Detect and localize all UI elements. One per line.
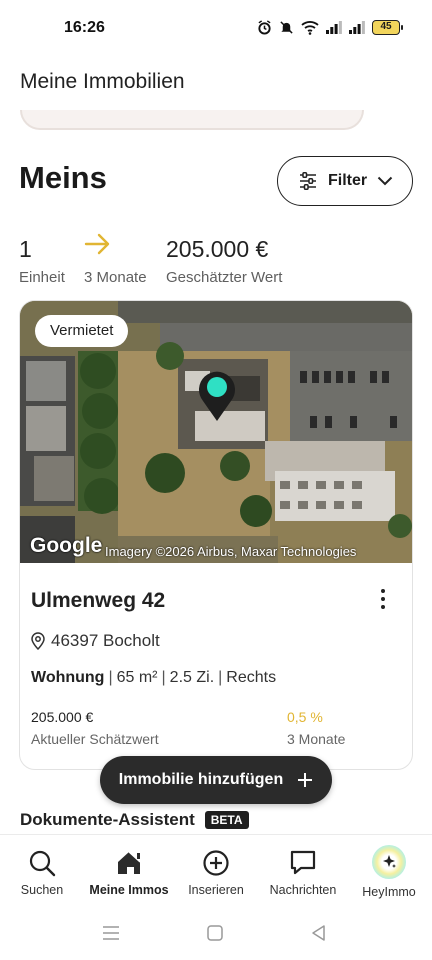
estimated-value: 205.000 € (166, 236, 269, 262)
home-button-icon[interactable] (206, 924, 224, 942)
bottom-navigation: Suchen Meine Immos Inserieren Nachrichte… (0, 834, 432, 910)
chevron-down-icon (377, 176, 393, 186)
status-bar: 16:26 45 (0, 0, 432, 56)
stat-units: 1 Einheit (19, 236, 65, 286)
filter-label: Filter (328, 172, 368, 189)
nav-label: Suchen (20, 883, 64, 897)
current-value-label: Aktueller Schätzwert (31, 731, 159, 747)
menu-icon[interactable] (102, 924, 120, 942)
battery-icon: 45 (372, 20, 403, 35)
property-rooms: 2.5 Zi. (169, 669, 215, 686)
arrow-right-icon (84, 233, 110, 255)
units-label: Einheit (19, 269, 65, 286)
assistant-title: Dokumente-Assistent (20, 810, 195, 829)
property-street: Ulmenweg 42 (31, 589, 166, 612)
plus-circle-icon (203, 850, 229, 876)
back-icon[interactable] (310, 924, 328, 942)
status-icons: 45 (257, 20, 403, 35)
mute-icon (280, 21, 293, 34)
property-details: Wohnung | 65 m² | 2.5 Zi. | Rechts (31, 669, 276, 687)
add-property-button[interactable]: Immobilie hinzufügen (100, 756, 332, 804)
chat-icon (290, 850, 316, 875)
signal-icon (349, 21, 365, 34)
status-time: 16:26 (64, 19, 105, 36)
stat-trend: 3 Monate (84, 232, 147, 286)
separator: | (161, 669, 166, 686)
document-assistant[interactable]: Dokumente-Assistent BETA (20, 810, 249, 830)
signal-icon (326, 21, 342, 34)
nav-label: Nachrichten (269, 883, 337, 897)
more-options-button[interactable] (368, 589, 398, 613)
nav-item-my-properties[interactable]: Meine Immos (86, 849, 172, 897)
nav-item-messages[interactable]: Nachrichten (260, 849, 346, 897)
dot (381, 589, 385, 593)
satellite-map[interactable]: Vermietet Google Imagery ©2026 Airbus, M… (20, 301, 412, 563)
filter-button[interactable]: Filter (277, 156, 413, 206)
location-text: 46397 Bocholt (51, 631, 160, 650)
dot (381, 597, 385, 601)
sliders-icon (300, 172, 316, 190)
beta-badge: BETA (204, 811, 249, 829)
plus-icon (298, 773, 313, 787)
section-title: Meins (19, 160, 107, 195)
separator: | (108, 669, 113, 686)
current-value: 205.000 € (31, 709, 94, 725)
estimated-label: Geschätzter Wert (166, 269, 283, 286)
wifi-icon (301, 21, 319, 35)
nav-item-publish[interactable]: Inserieren (173, 849, 259, 897)
add-property-label: Immobilie hinzufügen (118, 771, 284, 788)
google-logo: Google (30, 534, 103, 557)
nav-label: Meine Immos (89, 883, 169, 897)
property-type: Wohnung (31, 669, 105, 686)
property-card[interactable]: Vermietet Google Imagery ©2026 Airbus, M… (19, 300, 413, 770)
nav-label: HeyImmo (362, 885, 416, 899)
nav-label: Inserieren (188, 883, 244, 897)
system-navigation (0, 910, 432, 960)
value-change-period: 3 Monate (287, 731, 346, 747)
home-icon (118, 851, 141, 874)
map-attribution: Imagery ©2026 Airbus, Maxar Technologies (105, 544, 357, 559)
sparkle-icon (372, 845, 406, 879)
search-icon (29, 850, 56, 877)
page-title: Meine Immobilien (20, 70, 185, 93)
trend-period: 3 Monate (84, 269, 147, 286)
nav-item-heyimmo[interactable]: HeyImmo (346, 845, 432, 899)
property-location: 46397 Bocholt (31, 631, 160, 651)
location-pin-icon (31, 632, 45, 650)
collapsed-search-bar[interactable] (20, 110, 364, 130)
rented-badge: Vermietet (35, 315, 129, 347)
value-change: 0,5 % (287, 709, 323, 725)
property-size: 65 m² (116, 669, 158, 686)
units-value: 1 (19, 236, 32, 262)
nav-item-search[interactable]: Suchen (0, 849, 85, 897)
dot (381, 605, 385, 609)
stat-estimated: 205.000 € Geschätzter Wert (166, 236, 282, 286)
separator: | (218, 669, 223, 686)
property-position: Rechts (226, 669, 277, 686)
alarm-icon (258, 20, 271, 35)
